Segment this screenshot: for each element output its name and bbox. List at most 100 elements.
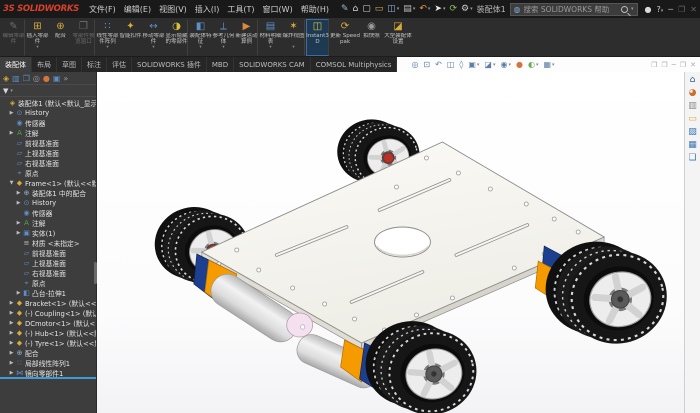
tab-layout[interactable]: 布局 [32, 57, 57, 72]
view-palette-icon[interactable]: ▨ [688, 127, 697, 137]
large-assembly-settings-button[interactable]: ◪ 大型装配体设置 [383, 19, 413, 56]
tree-item-top-plane[interactable]: ▱ 上视基准面 [0, 148, 96, 158]
section-view-icon[interactable]: ◫ [447, 60, 455, 69]
tab-solidworks-addins[interactable]: SOLIDWORKS 插件 [132, 57, 207, 72]
help-menu[interactable]: ?▾ [657, 5, 664, 14]
doc-tile-button[interactable]: ❐ [661, 61, 667, 69]
zoom-to-area-icon[interactable]: ⊡ [423, 60, 430, 69]
show-hidden-components-button[interactable]: ◑ 显示隐藏的零部件 [165, 19, 188, 56]
user-login-icon[interactable]: ● [645, 5, 652, 14]
view-orientation-icon[interactable]: ▣ ▾ [468, 60, 479, 69]
featuremanager-tree-tab[interactable]: ◈ [3, 72, 9, 85]
close-button[interactable]: ✕ [690, 5, 697, 14]
filter-dropdown-icon[interactable]: ▾ [10, 88, 13, 94]
tab-mbd[interactable]: MBD [207, 57, 235, 72]
propertymanager-tab[interactable]: ▥ [12, 72, 20, 85]
forum-icon[interactable]: ❏ [688, 153, 696, 163]
solidworks-resources-icon[interactable]: ⌂ [690, 75, 696, 85]
edit-component-button[interactable]: ✎ 编辑零部件 [2, 19, 25, 56]
dimxpertmanager-tab[interactable]: ◎ [33, 72, 40, 85]
rebuild-icon[interactable]: ⟳ [447, 3, 459, 15]
linear-component-pattern-button[interactable]: ∷ 线性零部件阵列 ▾ [96, 19, 119, 56]
select-cursor-icon[interactable]: ➤ ▾ [432, 3, 447, 15]
tab-comsol-multiphysics[interactable]: COMSOL Multiphysics [311, 57, 398, 72]
tree-item-assembly-root[interactable]: ◈ 装配体1 (默认<默认_显示状态 [0, 98, 96, 108]
mate-button[interactable]: ⊕ 配合 [49, 19, 72, 56]
file-explorer-icon[interactable]: ▭ [688, 114, 697, 124]
tree-item-sensors[interactable]: ◉ 传感器 [0, 118, 96, 128]
tab-markup[interactable]: 标注 [82, 57, 107, 72]
tree-item-bracket[interactable]: ▶ ◆ Bracket<1> (默认<<默认 [0, 298, 96, 308]
menu-help[interactable]: 帮助(H) [297, 2, 333, 17]
save-icon[interactable]: ◫ ▾ [385, 3, 401, 15]
smart-fasteners-button[interactable]: ✦ 智能扣件 [119, 19, 142, 56]
tree-item-mates-in-assembly[interactable]: ▶ ⊕ 装配体1 中的配合 [0, 188, 96, 198]
pane-expand-chevron[interactable]: » [63, 72, 68, 85]
previous-view-icon[interactable]: ↶ [435, 60, 442, 69]
custom-properties-icon[interactable]: ▦ [688, 140, 697, 150]
tree-filter-row[interactable]: ▼ ▾ [0, 85, 96, 97]
cam-tree-tab[interactable]: ▣ [53, 72, 61, 85]
menu-view[interactable]: 视图(V) [155, 2, 191, 17]
tab-sketch[interactable]: 草图 [57, 57, 82, 72]
display-style-icon[interactable]: ◪ ▾ [484, 60, 495, 69]
tree-item-frame-top-plane[interactable]: ▱ 上视基准面 [0, 258, 96, 268]
design-library-icon[interactable]: ▥ [688, 101, 697, 111]
tab-solidworks-cam[interactable]: SOLIDWORKS CAM [234, 57, 311, 72]
touch-pen-icon[interactable]: ✎ [339, 3, 351, 15]
insert-components-button[interactable]: ⊞ 插入零部件 ▾ [26, 19, 49, 56]
appearances-scenes-icon[interactable]: ◕ [689, 88, 697, 98]
tree-item-frame-sensors[interactable]: ◉ 传感器 [0, 208, 96, 218]
tab-assembly[interactable]: 装配体 [0, 57, 32, 72]
tree-item-frame-origin[interactable]: ⌖ 原点 [0, 278, 96, 289]
assembly-features-button[interactable]: ◧ 装配体特征 ▾ [189, 19, 212, 56]
hide-show-items-icon[interactable]: ◉ ▾ [501, 60, 512, 69]
tree-item-frame-annotations[interactable]: ▶ A 注解 [0, 218, 96, 228]
rollback-bar[interactable] [0, 377, 96, 379]
zoom-to-fit-icon[interactable]: ◎ [411, 60, 418, 69]
component-preview-window-button[interactable]: ❒ 零部件预览窗口 [72, 19, 95, 56]
instant3d-button[interactable]: ◫ Instant3D [306, 19, 329, 56]
search-icon[interactable] [621, 5, 629, 13]
tree-item-dcmotor[interactable]: ▶ ◆ DCmotor<1> (默认<<默 [0, 318, 96, 328]
tree-item-front-plane[interactable]: ▱ 前视基准面 [0, 138, 96, 148]
dynamic-annotation-icon[interactable]: ◊ [459, 60, 463, 69]
take-snapshot-button[interactable]: ◉ 拍快照 [360, 19, 383, 56]
tree-item-mates[interactable]: ▶ ⊕ 配合 [0, 348, 96, 358]
tab-evaluate[interactable]: 评估 [107, 57, 132, 72]
menu-tools[interactable]: 工具(T) [223, 2, 258, 17]
doc-cascade-button[interactable]: ❐ [651, 61, 657, 69]
tree-item-frame-history[interactable]: ▶ ⊙ History [0, 198, 96, 208]
tree-item-coupling[interactable]: ▶ ◆ (-) Coupling<1> (默认< [0, 308, 96, 318]
tree-item-local-pattern[interactable]: ▶ ∷ 局部线性阵列1 [0, 358, 96, 368]
move-component-button[interactable]: ↔ 移动零部件 ▾ [142, 19, 165, 56]
bill-of-materials-button[interactable]: ▤ 材料明细表 ▾ [259, 19, 282, 56]
tree-item-annotations[interactable]: ▶ A 注解 [0, 128, 96, 138]
tree-item-solid-bodies[interactable]: ▶ ▣ 实体(1) [0, 228, 96, 238]
search-dropdown-icon[interactable]: ▾ [631, 6, 634, 12]
undo-icon[interactable]: ↶ ▾ [417, 3, 432, 15]
menu-insert[interactable]: 插入(I) [191, 2, 224, 17]
menu-file[interactable]: 文件(F) [85, 2, 120, 17]
print-icon[interactable]: ▤ ▾ [401, 3, 417, 15]
tree-item-material[interactable]: ≡ 材质 <未指定> [0, 238, 96, 248]
tree-item-frame[interactable]: ▼ ◆ Frame<1> (默认<<默认> [0, 178, 96, 188]
tree-item-frame-front-plane[interactable]: ▱ 前视基准面 [0, 248, 96, 258]
tree-item-boss-extrude1[interactable]: ▶ ◧ 凸台-拉伸1 [0, 288, 96, 298]
doc-close-button[interactable]: ✕ [690, 61, 696, 69]
tree-item-tyre[interactable]: ▶ ◆ (-) Tyre<1> (默认<<默认 [0, 338, 96, 348]
update-speedpak-button[interactable]: ⟳ 更新 Speedpak [330, 19, 360, 56]
new-motion-study-button[interactable]: ▶ 新建运动算例 [235, 19, 258, 56]
tree-item-history[interactable]: ▶ ⊙ History [0, 108, 96, 118]
new-document-icon[interactable]: ▢ [360, 3, 373, 15]
menu-edit[interactable]: 编辑(E) [120, 2, 155, 17]
options-gear-icon[interactable]: ⚙ ▾ [459, 3, 475, 15]
doc-restore-button[interactable]: ❐ [680, 61, 686, 69]
minimize-button[interactable]: ─ [668, 5, 673, 14]
reference-geometry-button[interactable]: ⟂ 参考几何体 ▾ [212, 19, 235, 56]
menu-window[interactable]: 窗口(W) [259, 2, 297, 17]
tree-item-origin[interactable]: ⌖ 原点 [0, 168, 96, 179]
home-icon[interactable]: ⌂ [351, 3, 361, 15]
graphics-viewport[interactable] [97, 72, 684, 413]
tree-item-hub[interactable]: ▶ ◆ (-) Hub<1> (默认<<默认 [0, 328, 96, 338]
